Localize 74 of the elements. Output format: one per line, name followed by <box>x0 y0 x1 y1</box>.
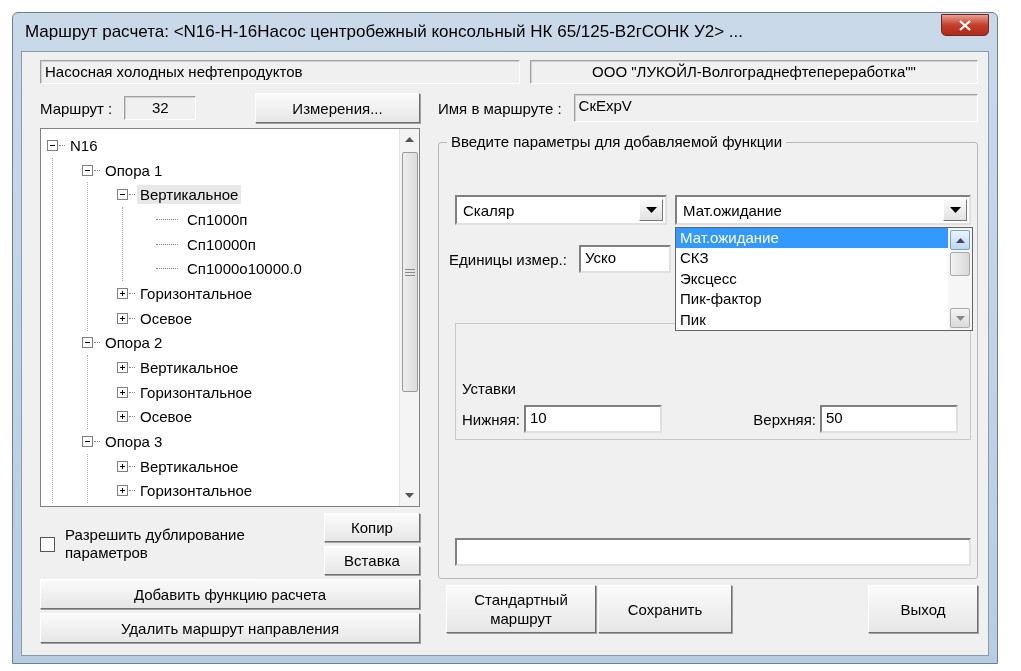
action-button[interactable]: Сохранить <box>598 585 732 633</box>
checkbox-label: Разрешить дублирование параметров <box>65 526 246 562</box>
tree-item[interactable]: Опора 2 <box>102 333 166 353</box>
dropdown-arrow-icon <box>949 207 961 213</box>
tree-item[interactable]: Сп1000о10000.0 <box>184 259 305 279</box>
delete-route-button[interactable]: Удалить маршрут направления <box>40 613 420 643</box>
tree-item[interactable]: Опора 1 <box>102 160 166 180</box>
dropdown-option[interactable]: СКЗ <box>676 248 948 269</box>
tree-item[interactable]: Вертикальное <box>137 358 242 378</box>
scrollbar[interactable] <box>948 228 972 330</box>
lower-label: Нижняя: <box>462 410 520 428</box>
units-label: Единицы измер.: <box>449 250 567 268</box>
action-button[interactable]: Выход <box>868 585 978 633</box>
close-button[interactable] <box>941 14 989 36</box>
add-function-button[interactable]: Добавить функцию расчета <box>40 579 420 609</box>
location-field: Насосная холодных нефтепродуктов <box>40 60 520 84</box>
scroll-up-button[interactable] <box>950 230 970 250</box>
dropdown-option[interactable]: Эксцесс <box>676 268 948 290</box>
measurements-button[interactable]: Измерения... <box>255 93 420 123</box>
dropdown-option[interactable]: Пик <box>676 309 948 330</box>
tree-item[interactable]: Вертикальное <box>137 456 242 476</box>
function-dropdown[interactable]: Мат.ожидание <box>675 195 971 225</box>
scroll-thumb[interactable] <box>401 152 418 392</box>
scroll-down-button[interactable] <box>950 308 970 328</box>
expand-icon[interactable] <box>117 287 128 299</box>
tree-item[interactable]: Сп10000п <box>184 234 259 254</box>
dropdown-arrow-icon <box>645 207 657 213</box>
type-dropdown[interactable]: Скаляр <box>455 195 667 225</box>
scroll-up-icon <box>955 237 965 243</box>
scroll-up-icon[interactable] <box>405 137 414 142</box>
tree-item[interactable]: Осевое <box>137 308 195 328</box>
collapse-icon[interactable] <box>82 436 93 448</box>
route-number-field: 32 <box>124 96 197 120</box>
tree-item[interactable]: Горизонтальное <box>137 382 256 402</box>
expand-icon[interactable] <box>117 411 128 423</box>
tree-item[interactable]: Горизонтальное <box>137 481 256 501</box>
tree-item[interactable]: N16 <box>67 135 101 155</box>
checkbox[interactable] <box>40 536 55 552</box>
window-title: Маршрут расчета: <N16-Н-16Насос центробежный консольный НК 65/125-В2гСОНК У2> ... <box>24 22 743 42</box>
copy-button[interactable]: Копир <box>324 513 420 542</box>
collapse-icon[interactable] <box>82 337 93 349</box>
lower-field[interactable]: 10 <box>523 405 662 433</box>
scroll-down-icon[interactable] <box>405 493 414 498</box>
tree-item[interactable]: Вертикальное <box>137 185 242 205</box>
scrollbar[interactable] <box>399 129 419 506</box>
setpoints-label: Уставки <box>462 380 517 397</box>
paste-button[interactable]: Вставка <box>324 546 420 575</box>
expand-icon[interactable] <box>117 460 128 472</box>
route-label: Маршрут : <box>40 99 113 117</box>
route-name-label: Имя в маршруте : <box>438 99 562 117</box>
collapse-icon[interactable] <box>47 139 58 151</box>
scroll-thumb[interactable] <box>950 252 970 276</box>
collapse-icon[interactable] <box>82 164 93 176</box>
tree-item[interactable]: Опора 3 <box>102 432 166 452</box>
scroll-down-icon <box>955 315 965 321</box>
upper-label: Верхняя: <box>753 410 816 428</box>
close-icon <box>959 19 971 31</box>
units-dropdown[interactable]: Уско <box>578 245 671 273</box>
expand-icon[interactable] <box>117 386 128 398</box>
upper-field[interactable]: 50 <box>820 405 958 433</box>
company-field: ООО "ЛУКОЙЛ-Волгограднефтепереработка"" <box>530 60 978 84</box>
input-field[interactable] <box>455 538 971 566</box>
group-title: Введите параметры для добавляемой функции <box>447 133 787 150</box>
action-button[interactable]: Стандартный маршрут <box>446 585 596 633</box>
expand-icon[interactable] <box>117 312 128 324</box>
dropdown-option[interactable]: Пик-фактор <box>676 289 948 310</box>
tree-item[interactable]: Осевое <box>137 407 195 427</box>
tree-item[interactable]: Горизонтальное <box>137 283 256 303</box>
expand-icon[interactable] <box>117 362 128 374</box>
tree-item[interactable]: Сп1000п <box>184 209 251 229</box>
collapse-icon[interactable] <box>117 189 128 201</box>
grip-icon <box>404 268 415 276</box>
route-name-field: СкExpV <box>573 94 978 122</box>
expand-icon[interactable] <box>117 485 128 497</box>
